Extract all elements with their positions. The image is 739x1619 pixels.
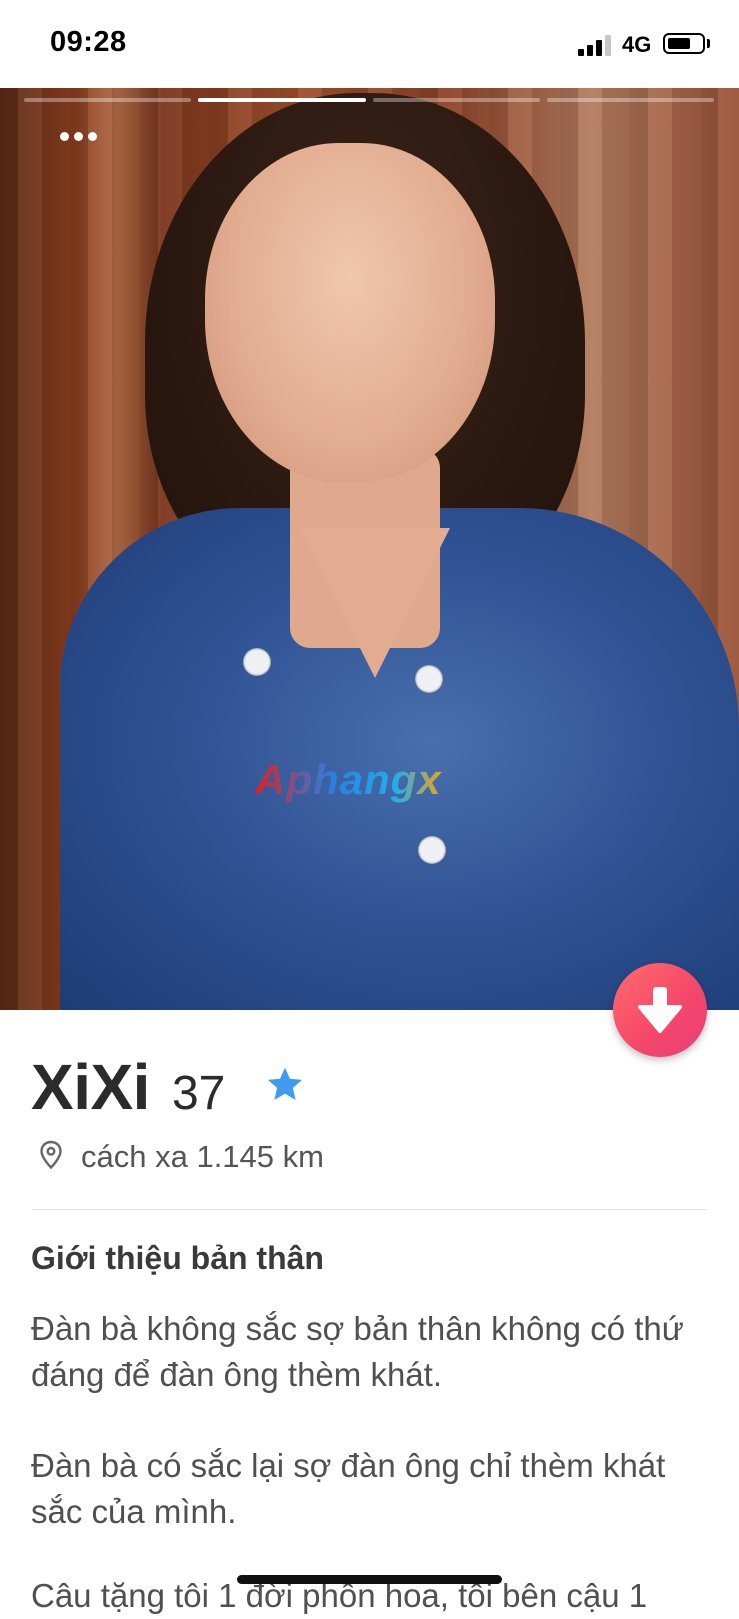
profile-distance: cách xa 1.145 km	[81, 1139, 324, 1174]
about-section-title: Giới thiệu bản thân	[31, 1240, 324, 1276]
photo-collar	[300, 528, 450, 678]
photo-jacket-button	[415, 665, 443, 693]
status-time: 09:28	[50, 26, 127, 58]
bio-paragraph: Đàn bà có sắc lại sợ đàn ông chỉ thèm kh…	[31, 1447, 666, 1530]
network-type: 4G	[622, 32, 652, 57]
photo-progress-segment[interactable]	[24, 98, 192, 102]
photo-progress-segment[interactable]	[546, 98, 714, 102]
collapse-profile-button[interactable]	[613, 963, 707, 1057]
photo-jacket-button	[418, 836, 446, 864]
battery-icon	[663, 33, 705, 54]
status-bar: 09:28 4G	[0, 0, 739, 88]
section-divider	[32, 1209, 707, 1210]
photo-progress-segment[interactable]	[198, 98, 366, 102]
profile-photo[interactable]: Aphangx	[0, 88, 739, 1010]
photo-jacket-button	[243, 648, 271, 676]
star-icon	[267, 1067, 303, 1100]
signal-icon	[578, 34, 612, 56]
profile-age: 37	[171, 1067, 226, 1120]
location-pin-icon	[40, 1140, 62, 1170]
profile-name-row: XiXi 37	[31, 1050, 225, 1124]
more-dots-icon[interactable]	[60, 124, 108, 148]
home-indicator[interactable]	[237, 1575, 502, 1584]
photo-progress-indicator	[24, 98, 714, 103]
photo-face	[205, 143, 495, 483]
arrow-down-icon	[638, 987, 682, 1033]
profile-name: XiXi	[31, 1051, 150, 1123]
battery-cap	[707, 39, 710, 48]
photo-progress-segment[interactable]	[372, 98, 540, 102]
bio-paragraph: Đàn bà không sắc sợ bản thân không có th…	[31, 1310, 684, 1393]
photo-watermark: Aphangx	[255, 756, 442, 803]
